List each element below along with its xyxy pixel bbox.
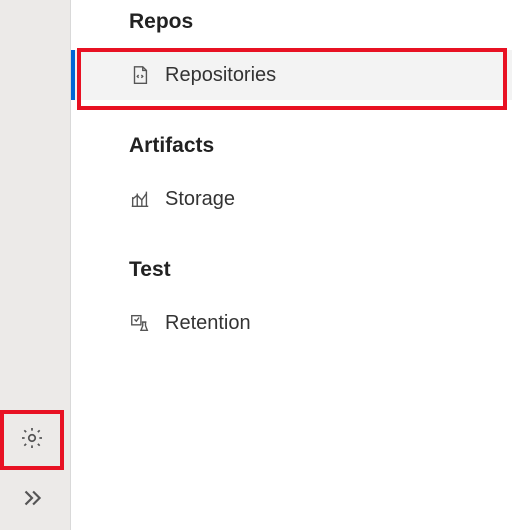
section-header-repos: Repos <box>71 0 512 50</box>
menu-item-repositories[interactable]: Repositories <box>71 50 512 100</box>
storage-chart-icon <box>129 188 151 210</box>
menu-item-retention[interactable]: Retention <box>71 298 512 348</box>
menu-item-label: Repositories <box>165 64 276 87</box>
gear-icon <box>19 425 45 456</box>
settings-panel: Repos Repositories Artifacts Storage Tes… <box>70 0 512 530</box>
selection-indicator <box>71 50 75 100</box>
chevron-double-right-icon <box>19 485 45 516</box>
expand-button[interactable] <box>0 470 64 530</box>
repo-file-icon <box>129 64 151 86</box>
menu-item-label: Storage <box>165 188 235 211</box>
settings-button[interactable] <box>0 410 64 470</box>
left-rail <box>0 0 70 530</box>
retention-flask-icon <box>129 312 151 334</box>
menu-item-label: Retention <box>165 312 251 335</box>
section-header-artifacts: Artifacts <box>71 100 512 174</box>
menu-item-storage[interactable]: Storage <box>71 174 512 224</box>
rail-bottom-group <box>0 410 70 530</box>
section-header-test: Test <box>71 224 512 298</box>
